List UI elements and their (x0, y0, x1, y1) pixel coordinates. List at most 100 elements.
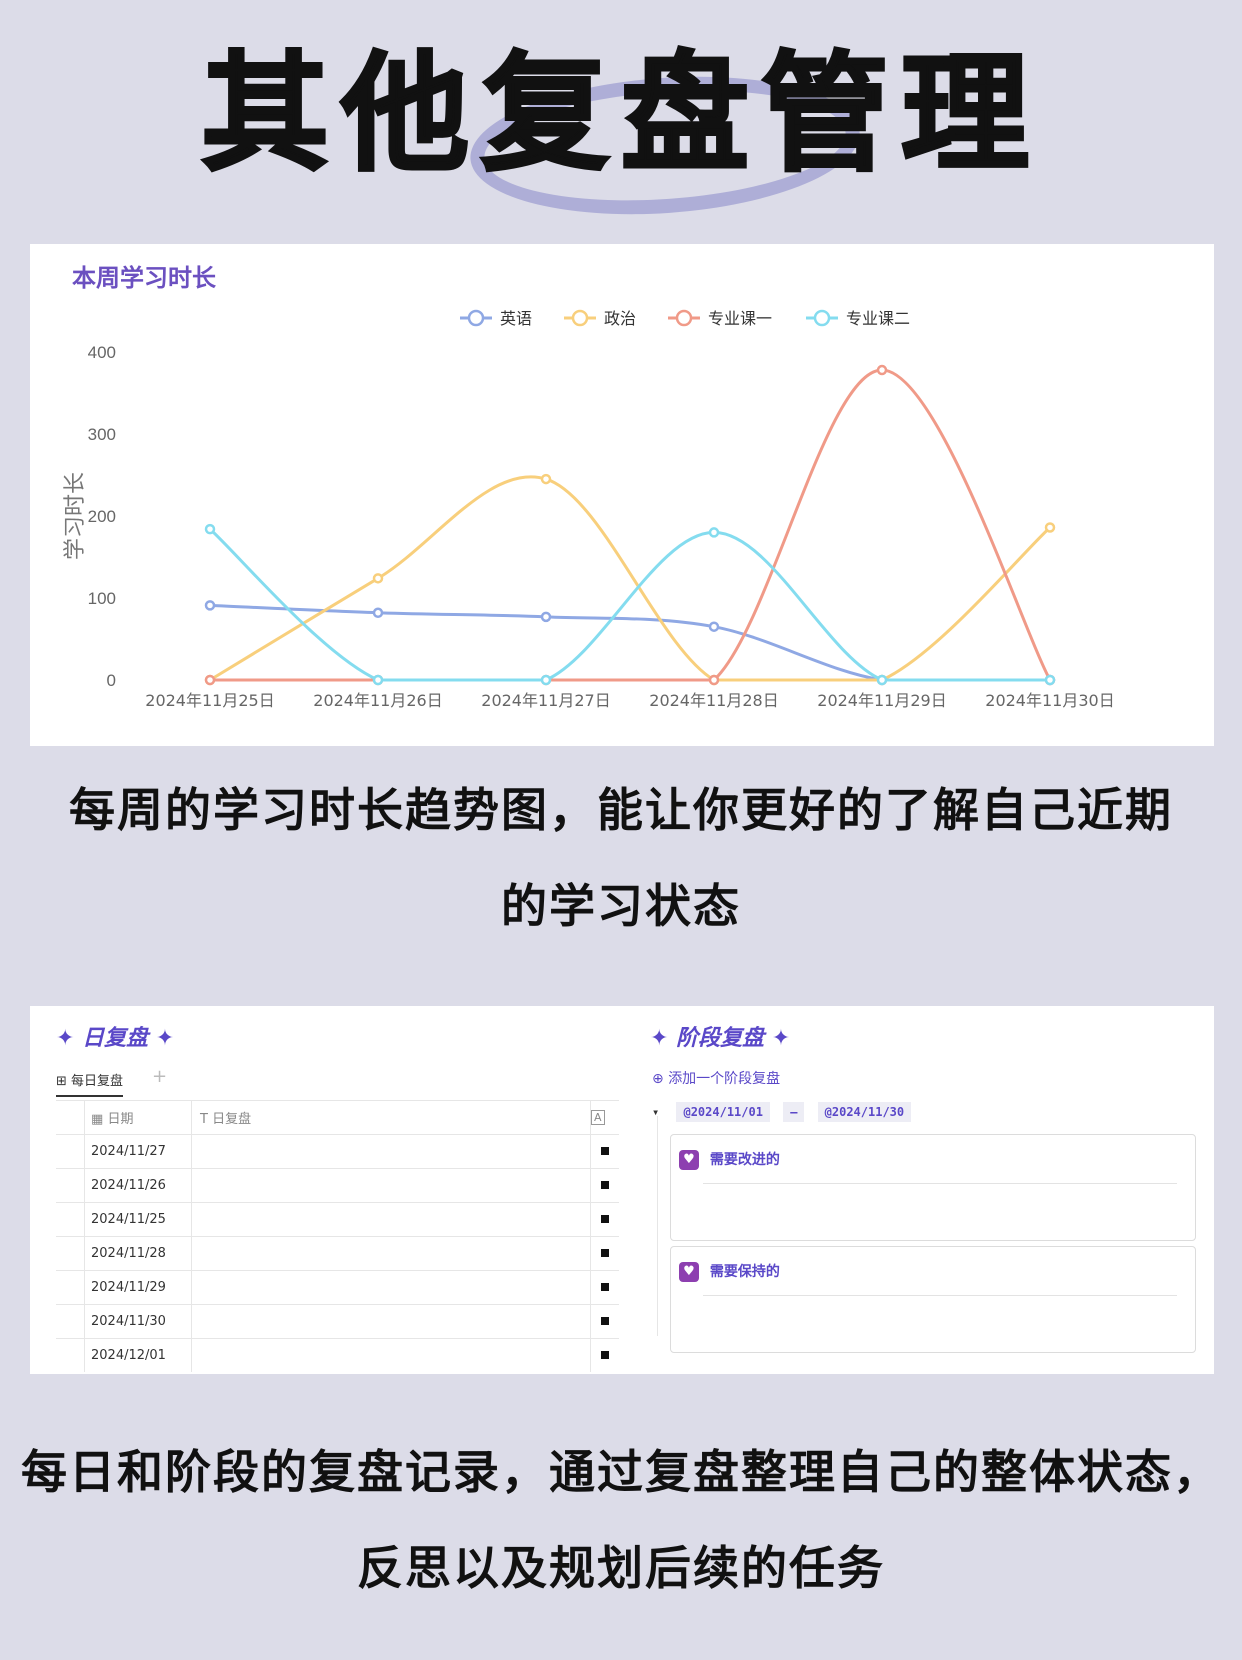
improve-card[interactable]: ♥ 需要改进的 (670, 1134, 1196, 1241)
x-tick-label: 2024年11月27日 (481, 691, 610, 710)
data-point (1044, 674, 1056, 686)
data-point (708, 527, 720, 538)
range-end[interactable]: @2024/11/30 (817, 1102, 912, 1122)
add-stage-review-label: 添加一个阶段复盘 (668, 1071, 781, 1087)
row-date[interactable]: 2024/11/25 (84, 1202, 192, 1237)
data-point (204, 674, 216, 686)
row-review[interactable] (191, 1168, 591, 1203)
review-card: ✦ 日复盘 ✦ ⊞ 每日复盘 + ▦ 日期 T 日复盘 A 2024/11/27… (30, 1006, 1214, 1374)
data-point (876, 364, 888, 376)
ai-status-icon (601, 1147, 609, 1155)
column-review-label: 日复盘 (212, 1112, 252, 1127)
row-date[interactable]: 2024/11/28 (84, 1236, 192, 1271)
legend-swatch-marker (467, 309, 485, 327)
table-row[interactable]: 2024/12/01 (56, 1338, 619, 1372)
row-ai-cell[interactable] (590, 1236, 619, 1271)
table-row[interactable]: 2024/11/29 (56, 1270, 619, 1305)
row-handle[interactable] (56, 1236, 85, 1271)
daily-review-title: ✦ 日复盘 ✦ (56, 1026, 175, 1051)
row-date[interactable]: 2024/11/29 (84, 1270, 192, 1305)
row-review[interactable] (191, 1202, 591, 1237)
row-handle[interactable] (56, 1202, 85, 1237)
series-line-3 (210, 368, 1052, 682)
keep-card[interactable]: ♥ 需要保持的 (670, 1246, 1196, 1353)
row-ai-cell[interactable] (590, 1202, 619, 1237)
range-start[interactable]: @2024/11/01 (676, 1102, 770, 1122)
ai-status-icon (601, 1283, 609, 1291)
series-line-1 (209, 603, 1050, 682)
daily-review-table: ▦ 日期 T 日复盘 A 2024/11/27 2024/11/26 2024/11… (56, 1100, 619, 1372)
x-tick-label: 2024年11月26日 (313, 691, 442, 710)
range-separator: – (783, 1102, 805, 1122)
caption-weekly: 每周的学习时长趋势图，能让你更好的了解自己近期的学习状态 (0, 762, 1242, 954)
tab-daily-review[interactable]: ⊞ 每日复盘 (56, 1070, 124, 1097)
row-review[interactable] (191, 1338, 591, 1372)
ai-status-icon (601, 1181, 609, 1189)
row-handle[interactable] (56, 1168, 85, 1203)
data-point (372, 674, 384, 686)
chart-card: 本周学习时长 0 100 200 300 400 学习时长 2024年11月25日 2024年… (30, 244, 1214, 746)
data-point (1044, 522, 1056, 533)
ai-status-icon (601, 1317, 609, 1325)
series-line-2 (209, 475, 1052, 682)
data-point (540, 611, 552, 623)
table-row[interactable]: 2024/11/25 (56, 1202, 619, 1237)
y-tick-label: 400 (88, 343, 116, 362)
divider (703, 1295, 1177, 1296)
triangle-down-icon[interactable]: ▾ (652, 1105, 659, 1119)
line-chart: 0 100 200 300 400 学习时长 2024年11月25日 2024年11月26日 2… (63, 309, 1115, 710)
row-handle[interactable] (56, 1270, 85, 1305)
data-point (372, 573, 384, 584)
column-date[interactable]: ▦ 日期 (84, 1100, 192, 1135)
row-date[interactable]: 2024/12/01 (84, 1338, 192, 1372)
y-tick-label: 200 (88, 507, 116, 526)
row-review[interactable] (191, 1134, 591, 1169)
caption-review-text: 每日和阶段的复盘记录，通过复盘整理自己的整体状态，反思以及规划后续的任务 (21, 1445, 1221, 1595)
row-ai-cell[interactable] (590, 1338, 619, 1372)
row-ai-cell[interactable] (590, 1168, 619, 1203)
column-date-label: 日期 (107, 1112, 134, 1127)
row-ai-cell[interactable] (590, 1134, 619, 1169)
row-review[interactable] (191, 1236, 591, 1271)
column-ai[interactable]: A (590, 1100, 619, 1135)
row-review[interactable] (191, 1270, 591, 1305)
heart-icon: ♥ (679, 1150, 699, 1170)
row-handle[interactable] (56, 1134, 85, 1169)
column-review[interactable]: T 日复盘 (191, 1100, 591, 1135)
legend-swatch-marker (675, 309, 693, 327)
data-point (540, 674, 552, 686)
caption-weekly-text: 每周的学习时长趋势图，能让你更好的了解自己近期的学习状态 (69, 783, 1173, 933)
stage-date-range[interactable]: ▾ @2024/11/01 – @2024/11/30 (652, 1102, 917, 1122)
row-date[interactable]: 2024/11/27 (84, 1134, 192, 1169)
add-stage-review-button[interactable]: ⊕ 添加一个阶段复盘 (652, 1068, 780, 1088)
heart-icon: ♥ (679, 1262, 699, 1282)
keep-card-head: ♥ 需要保持的 (679, 1261, 780, 1282)
table-row[interactable]: 2024/11/27 (56, 1134, 619, 1169)
legend-label: 英语 (500, 309, 532, 328)
page-title: 其他复盘管理 (199, 39, 1041, 191)
y-tick-label: 300 (88, 425, 116, 444)
table-icon: ⊞ (56, 1074, 67, 1089)
keep-card-label: 需要保持的 (709, 1264, 780, 1280)
row-date[interactable]: 2024/11/30 (84, 1304, 192, 1339)
row-ai-cell[interactable] (590, 1270, 619, 1305)
row-ai-cell[interactable] (590, 1304, 619, 1339)
row-handle[interactable] (56, 1338, 85, 1372)
text-type-icon: T (200, 1112, 208, 1127)
section-divider (657, 1116, 658, 1336)
table-row[interactable]: 2024/11/30 (56, 1304, 619, 1339)
ai-status-icon (601, 1351, 609, 1359)
ai-status-icon (601, 1249, 609, 1257)
row-date[interactable]: 2024/11/26 (84, 1168, 192, 1203)
row-handle[interactable] (56, 1304, 85, 1339)
caption-review: 每日和阶段的复盘记录，通过复盘整理自己的整体状态，反思以及规划后续的任务 (0, 1424, 1242, 1616)
y-tick-label: 100 (88, 589, 116, 608)
ai-column-icon: A (591, 1110, 605, 1125)
add-tab-button[interactable]: + (152, 1066, 167, 1087)
table-row[interactable]: 2024/11/28 (56, 1236, 619, 1271)
table-row[interactable]: 2024/11/26 (56, 1168, 619, 1203)
legend-swatch-marker (571, 309, 589, 327)
table-header: ▦ 日期 T 日复盘 A (56, 1100, 619, 1135)
legend-swatch-marker (813, 309, 831, 327)
row-review[interactable] (191, 1304, 591, 1339)
